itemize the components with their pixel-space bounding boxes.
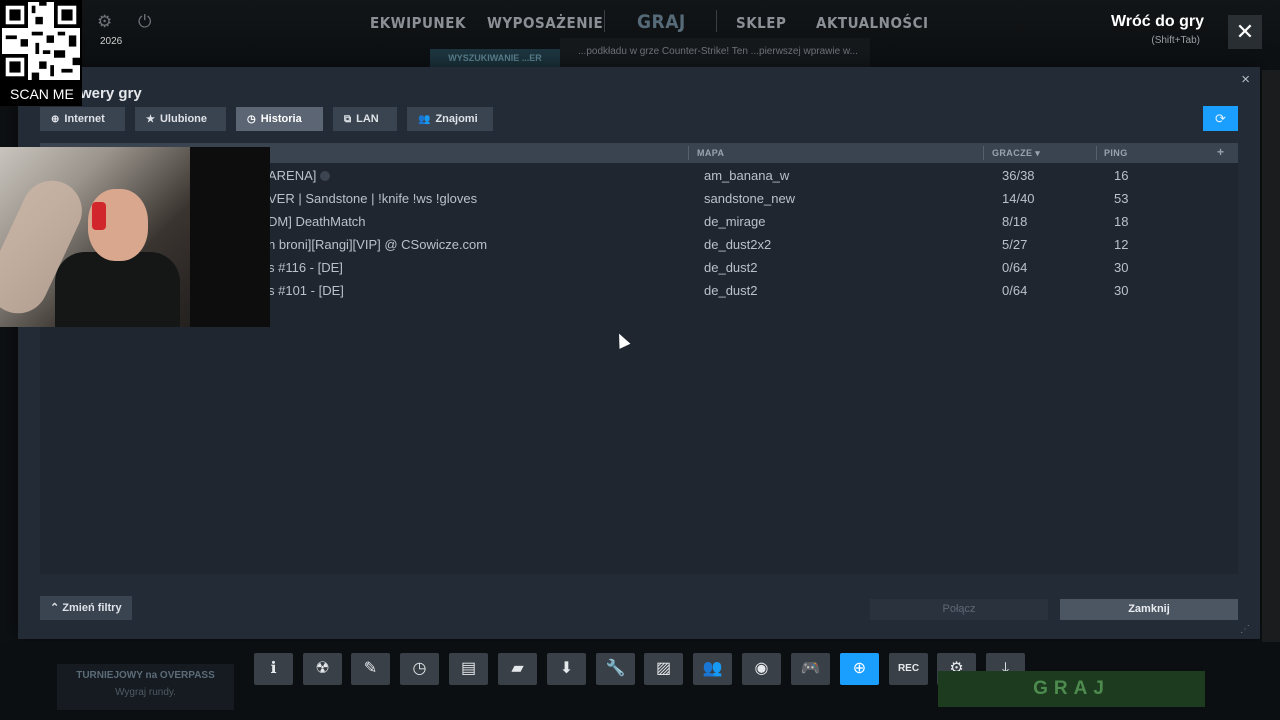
dialog-close-icon[interactable]: × <box>1241 71 1250 88</box>
server-map: de_mirage <box>704 214 766 229</box>
server-ping: 12 <box>1114 237 1129 252</box>
news-banner-text: ...podkładu w grze Counter-Strike! Ten .… <box>578 46 858 57</box>
notebook-icon[interactable]: ▤ <box>449 653 488 685</box>
globe-icon: ⊕ <box>51 114 60 125</box>
server-ping: 30 <box>1114 260 1129 275</box>
refresh-button[interactable]: ⟳ <box>1203 106 1238 131</box>
server-map: sandstone_new <box>704 191 796 206</box>
back-to-game-label[interactable]: Wróć do gry <box>1111 13 1204 31</box>
qr-code-icon <box>2 2 80 80</box>
server-players: 0/64 <box>1002 283 1028 298</box>
webcam-overlay <box>0 147 270 327</box>
nav-loadout[interactable]: WYPOSAŻENIE <box>487 14 603 32</box>
search-banner: WYSZUKIWANIE ...ER <box>430 49 560 67</box>
server-name: n broni][Rangi][VIP] @ CSowicze.com <box>268 237 488 252</box>
server-players: 36/38 <box>1002 168 1035 183</box>
refresh-icon: ⟳ <box>1215 111 1226 126</box>
info-icon[interactable]: ℹ <box>254 653 293 685</box>
col-players[interactable]: GRACZE ▾ <box>992 148 1040 159</box>
server-ping: 53 <box>1114 191 1129 206</box>
star-icon: ★ <box>146 114 155 125</box>
col-map[interactable]: MAPA <box>697 148 724 158</box>
lan-icon: ⧉ <box>344 114 352 125</box>
tab-friends[interactable]: 👥 Znajomi <box>407 107 493 131</box>
power-icon[interactable]: ⏻ <box>138 12 151 32</box>
people-icon[interactable]: 👥 <box>693 653 732 685</box>
radioactive-icon[interactable]: ☢ <box>303 653 342 685</box>
wrench-icon[interactable]: 🔧 <box>596 653 635 685</box>
server-map: de_dust2 <box>704 283 758 298</box>
server-name: s #116 - [DE] <box>268 260 343 275</box>
server-map: de_dust2x2 <box>704 237 772 252</box>
server-players: 5/27 <box>1002 237 1028 252</box>
download-icon[interactable]: ⬇ <box>547 653 586 685</box>
server-players: 8/18 <box>1002 214 1028 229</box>
tab-history[interactable]: ◷ Historia <box>236 107 323 131</box>
chat-icon[interactable]: ▰ <box>498 653 537 685</box>
resize-grip-icon[interactable]: ⋰ <box>1240 624 1250 635</box>
year-label: 2026 <box>100 36 123 47</box>
server-players: 0/64 <box>1002 260 1028 275</box>
dialog-title: wery gry <box>80 85 142 102</box>
add-column-icon[interactable]: + <box>1217 145 1224 159</box>
server-name: VER | Sandstone | !knife !ws !gloves <box>268 191 478 206</box>
col-ping[interactable]: PING <box>1104 148 1128 158</box>
tab-internet[interactable]: ⊕ Internet <box>40 107 125 131</box>
gamepad-icon[interactable]: 🎮 <box>791 653 830 685</box>
tab-lan[interactable]: ⧉ LAN <box>333 107 397 131</box>
close-button[interactable]: Zamknij <box>1060 599 1238 620</box>
nav-news[interactable]: AKTUALNOŚCI <box>816 14 929 32</box>
image-icon[interactable]: ▨ <box>644 653 683 685</box>
change-filters-button[interactable]: ⌃ Zmień filtry <box>40 596 132 620</box>
server-ping: 16 <box>1114 168 1129 183</box>
background-strip <box>1262 70 1280 642</box>
chevron-up-icon: ⌃ <box>50 602 60 614</box>
qr-code-overlay: SCAN ME <box>0 0 82 106</box>
tab-favorites[interactable]: ★ Ulubione <box>135 107 226 131</box>
server-name: ARENA] <box>268 168 334 183</box>
nav-inventory[interactable]: EKWIPUNEK <box>370 14 466 32</box>
nav-store[interactable]: SKLEP <box>736 14 786 32</box>
eye-icon[interactable]: ◉ <box>742 653 781 685</box>
history-icon: ◷ <box>247 114 256 125</box>
server-players: 14/40 <box>1002 191 1035 206</box>
server-name: s #101 - [DE] <box>268 283 344 298</box>
server-map: de_dust2 <box>704 260 758 275</box>
clock-icon[interactable]: ◷ <box>400 653 439 685</box>
rec-icon[interactable]: REC <box>889 653 928 685</box>
play-button[interactable]: GRAJ <box>938 671 1205 707</box>
server-ping: 30 <box>1114 283 1129 298</box>
nav-play[interactable]: GRAJ <box>637 11 686 33</box>
back-to-game-hint: (Shift+Tab) <box>1151 35 1200 46</box>
server-map: am_banana_w <box>704 168 790 183</box>
connect-button[interactable]: Połącz <box>870 599 1048 620</box>
gear-icon[interactable]: ⚙ <box>97 12 112 32</box>
pencil-icon[interactable]: ✎ <box>351 653 390 685</box>
server-name: DM] DeathMatch <box>268 214 366 229</box>
scan-me-label: SCAN ME <box>10 86 74 102</box>
tournament-banner[interactable]: TURNIEJOWY na OVERPASS Wygraj rundy. <box>57 664 234 710</box>
close-icon[interactable]: ✕ <box>1228 15 1262 49</box>
friends-icon: 👥 <box>418 114 431 125</box>
server-ping: 18 <box>1114 214 1129 229</box>
globe-icon[interactable]: ⊕ <box>840 653 879 685</box>
